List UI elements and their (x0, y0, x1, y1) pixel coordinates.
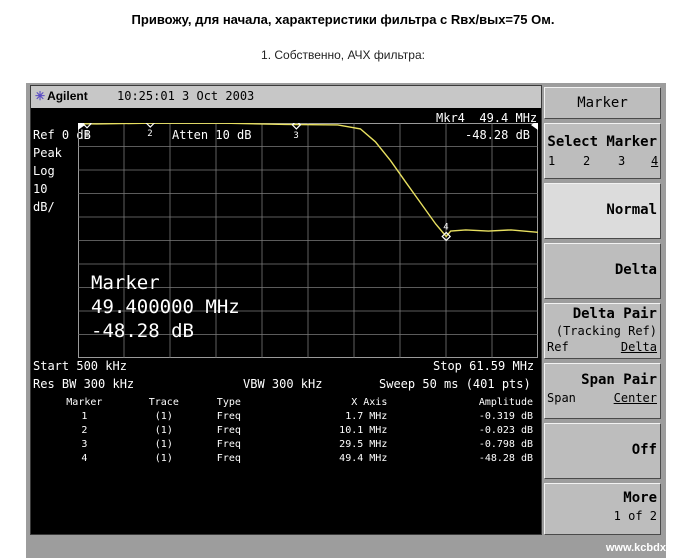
table-row: 2 (1) Freq 10.1 MHz -0.023 dB (41, 423, 537, 437)
scale-unit: dB/ (33, 200, 55, 214)
more-button[interactable]: More 1 of 2 (544, 483, 661, 535)
marker-number-2: 2 (583, 154, 591, 168)
detector-label: Peak (33, 146, 62, 160)
col-type: Type (216, 396, 241, 408)
cell-amplitude: -0.023 dB (478, 424, 533, 436)
res-bw: Res BW 300 kHz (33, 377, 135, 391)
cell-x-axis: 49.4 MHz (339, 452, 388, 464)
cell-marker: 3 (81, 438, 88, 450)
normal-button[interactable]: Normal (544, 183, 661, 239)
marker-label-3: 3 (293, 131, 298, 141)
marker-label-1: 1 (84, 130, 89, 140)
off-button[interactable]: Off (544, 423, 661, 479)
delta-label: Delta (614, 262, 657, 278)
marker-box-freq: 49.400000 MHz (91, 296, 240, 318)
brand-logo: ✳ Agilent (35, 89, 88, 103)
cell-x-axis: 29.5 MHz (339, 438, 388, 450)
span-pair-label: Span Pair (581, 372, 657, 388)
marker-number-1: 1 (548, 154, 556, 168)
delta-pair-button[interactable]: Delta Pair (Tracking Ref) Ref Delta (544, 303, 661, 359)
cell-trace: (1) (154, 424, 173, 436)
more-label: More (623, 490, 657, 506)
ref-label: Ref (547, 340, 569, 354)
cell-type: Freq (216, 410, 241, 422)
table-row: 1 (1) Freq 1.7 MHz -0.319 dB (41, 409, 537, 423)
span-label: Span (547, 391, 576, 405)
marker-table: Marker Trace Type X Axis Amplitude 1 (1)… (41, 395, 537, 465)
col-x-axis: X Axis (351, 396, 388, 408)
analyzer-screen: ✳ Agilent 10:25:01 3 Oct 2003 Ref 0 dB At… (30, 85, 542, 535)
sweep-time: Sweep 50 ms (401 pts) (379, 377, 531, 391)
softkey-menu-title: Marker (544, 87, 661, 119)
delta-pair-label: Delta Pair (572, 306, 657, 322)
start-freq: Start 500 kHz (33, 359, 127, 373)
vbw: VBW 300 kHz (243, 377, 323, 391)
cell-marker: 4 (81, 452, 88, 464)
off-label: Off (631, 442, 657, 458)
ref-level-arrow-right-icon (531, 123, 538, 130)
col-amplitude: Amplitude (478, 396, 533, 408)
cell-type: Freq (216, 424, 241, 436)
marker-number-4: 4 (651, 154, 659, 168)
cell-trace: (1) (154, 410, 173, 422)
marker-label-2: 2 (147, 129, 152, 139)
status-bar: ✳ Agilent 10:25:01 3 Oct 2003 (31, 86, 541, 108)
cell-amplitude: -48.28 dB (478, 452, 533, 464)
cell-trace: (1) (154, 438, 173, 450)
page-subheading: 1. Собственно, АЧХ фильтра: (261, 48, 425, 62)
cell-x-axis: 10.1 MHz (339, 424, 388, 436)
cell-type: Freq (216, 452, 241, 464)
stop-freq: Stop 61.59 MHz (433, 359, 535, 373)
table-row: 3 (1) Freq 29.5 MHz -0.798 dB (41, 437, 537, 451)
agilent-spark-icon: ✳ (35, 89, 46, 103)
clock-readout: 10:25:01 3 Oct 2003 (117, 89, 255, 103)
marker-label-4: 4 (443, 222, 448, 232)
select-marker-button[interactable]: Select Marker 1 2 3 4 (544, 123, 661, 179)
table-row: 4 (1) Freq 49.4 MHz -48.28 dB (41, 451, 537, 465)
cell-marker: 1 (81, 410, 88, 422)
marker-box-title: Marker (91, 272, 160, 294)
page-indicator: 1 of 2 (613, 509, 657, 523)
site-watermark: www.kcbdx.ru (605, 542, 680, 554)
page-heading: Привожу, для начала, характеристики филь… (131, 12, 555, 27)
marker-table-header: Marker Trace Type X Axis Amplitude (41, 395, 537, 409)
delta-sub-label: Delta (620, 340, 657, 354)
tracking-ref-label: (Tracking Ref) (555, 324, 657, 338)
scale-type: Log (33, 164, 55, 178)
cell-marker: 2 (81, 424, 88, 436)
scale-value: 10 (33, 182, 48, 196)
brand-name: Agilent (47, 89, 88, 103)
cell-type: Freq (216, 438, 241, 450)
span-pair-button[interactable]: Span Pair Span Center (544, 363, 661, 419)
marker-box-ampl: -48.28 dB (91, 320, 194, 342)
marker-number-3: 3 (618, 154, 626, 168)
cell-amplitude: -0.798 dB (478, 438, 533, 450)
cell-amplitude: -0.319 dB (478, 410, 533, 422)
cell-trace: (1) (154, 452, 173, 464)
center-label: Center (613, 391, 657, 405)
col-trace: Trace (148, 396, 179, 408)
cell-x-axis: 1.7 MHz (345, 410, 388, 422)
delta-button[interactable]: Delta (544, 243, 661, 299)
col-marker: Marker (66, 396, 103, 408)
select-marker-label: Select Marker (547, 134, 657, 150)
normal-label: Normal (606, 202, 657, 218)
